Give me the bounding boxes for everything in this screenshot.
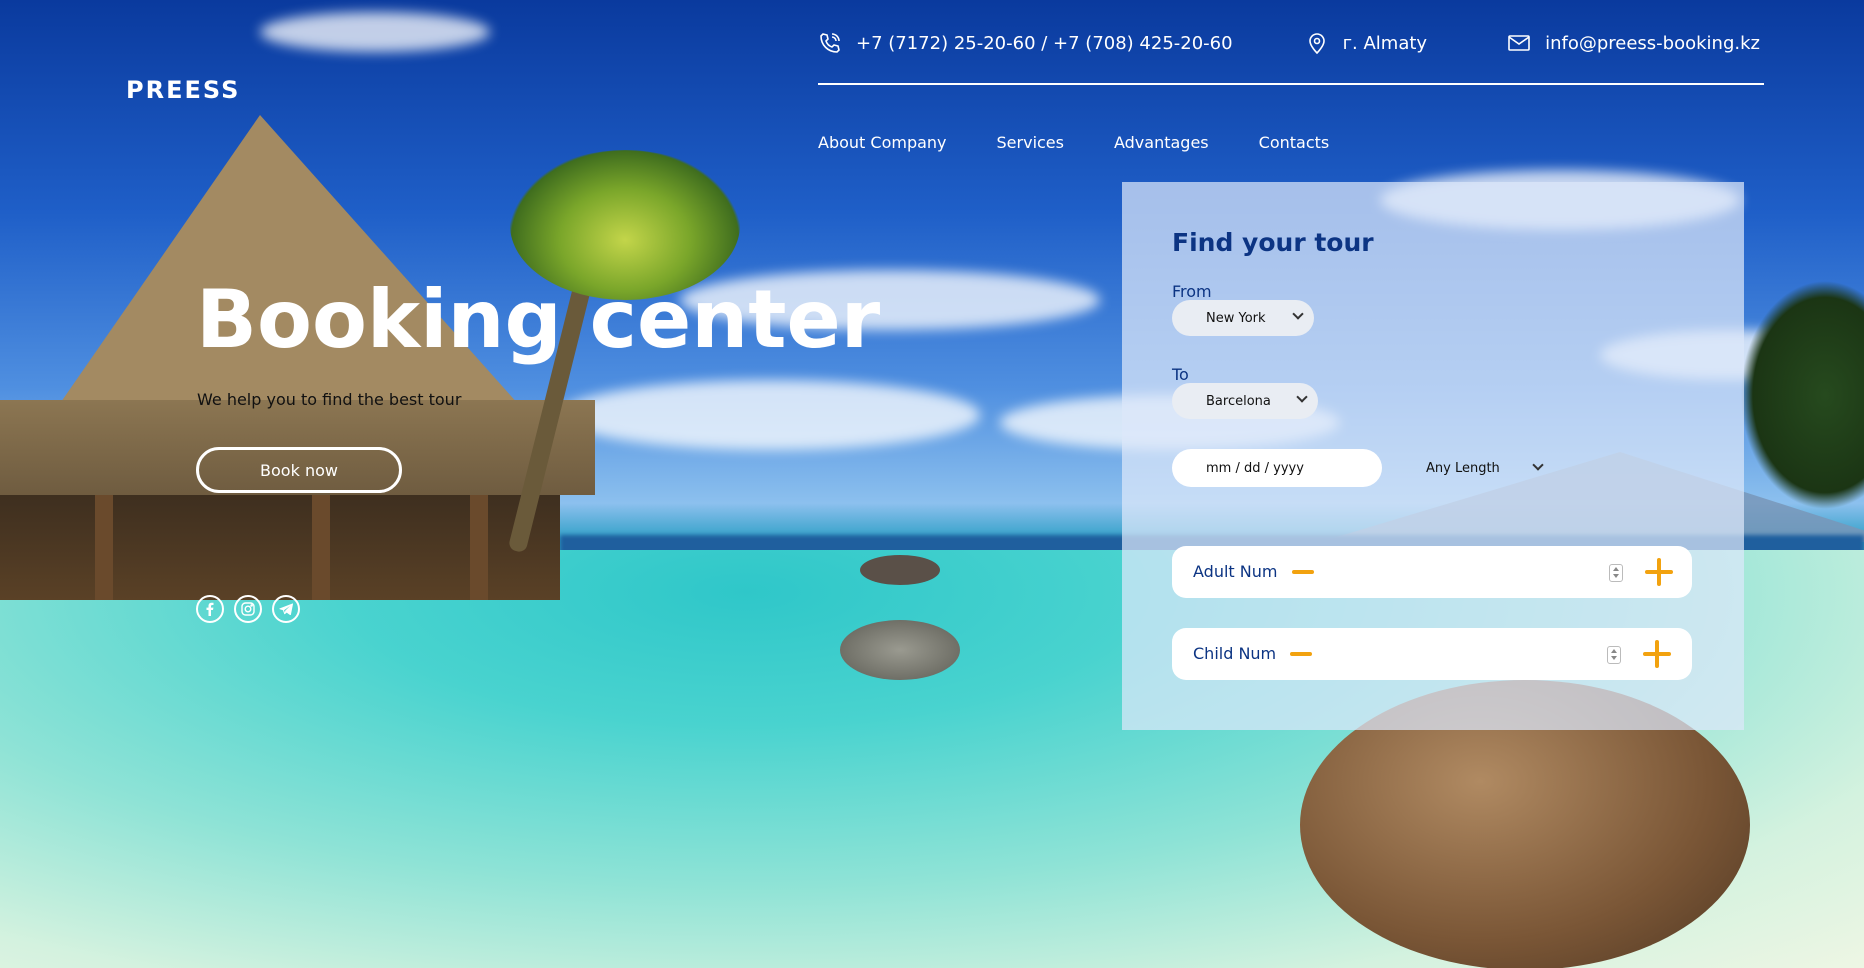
facebook-icon[interactable] [196,595,224,623]
contact-email[interactable]: info@preess-booking.kz [1507,31,1760,55]
telegram-icon[interactable] [272,595,300,623]
from-label: From [1172,282,1212,301]
email-text: info@preess-booking.kz [1545,32,1760,54]
instagram-icon[interactable] [234,595,262,623]
location-pin-icon [1305,31,1329,55]
child-minus-button[interactable] [1290,652,1312,656]
date-input[interactable]: mm / dd / yyyy [1172,449,1382,487]
hero-title: Booking center [196,273,881,366]
search-title: Find your tour [1172,228,1374,257]
adult-count-field[interactable]: Adult Num [1172,546,1692,598]
adult-spinner[interactable] [1609,564,1623,582]
length-select[interactable]: Any Length [1404,450,1554,486]
nav-services[interactable]: Services [997,133,1064,152]
from-select[interactable]: New York [1172,300,1314,336]
main-nav: About Company Services Advantages Contac… [818,133,1379,152]
chevron-down-icon [1292,308,1304,320]
hero-subtitle: We help you to find the best tour [197,390,462,409]
chevron-down-icon [1532,459,1544,471]
adult-plus-button[interactable] [1645,558,1673,586]
to-select[interactable]: Barcelona [1172,383,1318,419]
nav-contacts[interactable]: Contacts [1259,133,1330,152]
to-select-value: Barcelona [1206,393,1271,409]
header-divider [818,83,1764,85]
child-count-field[interactable]: Child Num [1172,628,1692,680]
child-plus-button[interactable] [1643,640,1671,668]
nav-about-company[interactable]: About Company [818,133,947,152]
mail-icon [1507,31,1531,55]
chevron-down-icon [1296,391,1308,403]
child-spinner[interactable] [1607,646,1621,664]
contact-location[interactable]: г. Almaty [1305,31,1428,55]
phone-icon [818,31,842,55]
length-select-value: Any Length [1426,460,1500,476]
child-num-label: Child Num [1193,644,1277,663]
adult-num-label: Adult Num [1193,562,1278,581]
location-text: г. Almaty [1342,32,1428,54]
phone-text: +7 (7172) 25-20-60 / +7 (708) 425-20-60 [856,32,1233,54]
logo[interactable]: PREESS [126,76,240,104]
nav-advantages[interactable]: Advantages [1114,133,1209,152]
book-now-button[interactable]: Book now [196,447,402,493]
tour-search-panel: Find your tour From New York To Barcelon… [1122,182,1744,730]
from-select-value: New York [1206,310,1266,326]
contact-phone[interactable]: +7 (7172) 25-20-60 / +7 (708) 425-20-60 [818,31,1233,55]
social-links [196,595,310,623]
adult-minus-button[interactable] [1292,570,1314,574]
header-contacts: +7 (7172) 25-20-60 / +7 (708) 425-20-60 … [818,30,1760,56]
to-label: To [1172,365,1189,384]
